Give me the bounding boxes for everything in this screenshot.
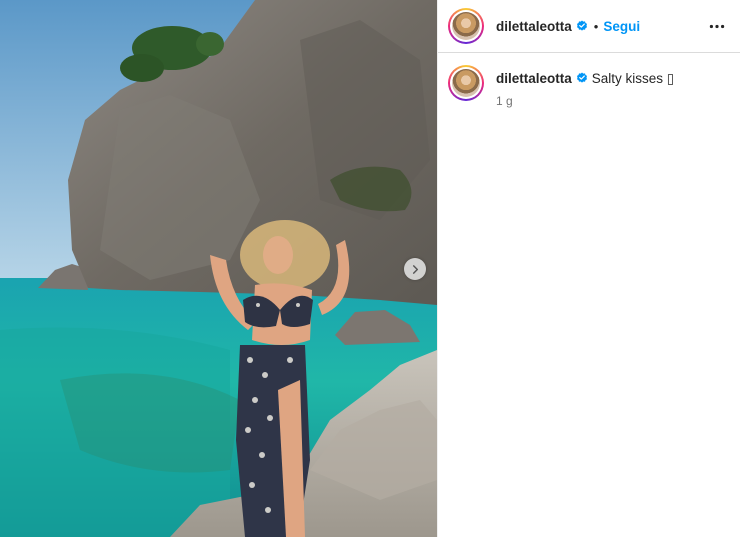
caption: dilettaleotta Salty kisses ▯ 1 g	[438, 53, 740, 108]
follow-button[interactable]: Segui	[603, 19, 640, 34]
verified-badge-icon	[576, 72, 588, 84]
caption-username[interactable]: dilettaleotta	[496, 71, 572, 86]
post-media[interactable]	[0, 0, 437, 537]
avatar[interactable]	[448, 8, 484, 44]
caption-line: dilettaleotta Salty kisses ▯	[496, 70, 674, 88]
verified-badge-icon	[576, 20, 588, 32]
more-options-button[interactable]	[706, 15, 728, 37]
avatar-photo	[452, 12, 480, 40]
header-separator: •	[593, 18, 599, 34]
next-image-button[interactable]	[404, 258, 426, 280]
more-options-icon	[709, 24, 725, 28]
post-header: dilettaleotta • Segui	[438, 0, 740, 53]
post-photo	[0, 0, 437, 537]
caption-avatar-photo	[452, 69, 480, 97]
post-side-panel: dilettaleotta • Segui dilettaleotta Salty…	[437, 0, 740, 537]
caption-text: Salty kisses ▯	[591, 71, 675, 86]
caption-avatar[interactable]	[448, 65, 484, 101]
caption-body: dilettaleotta Salty kisses ▯ 1 g	[496, 65, 674, 108]
post-timestamp[interactable]: 1 g	[496, 94, 674, 108]
chevron-right-icon	[412, 264, 418, 274]
header-username[interactable]: dilettaleotta	[496, 19, 572, 34]
